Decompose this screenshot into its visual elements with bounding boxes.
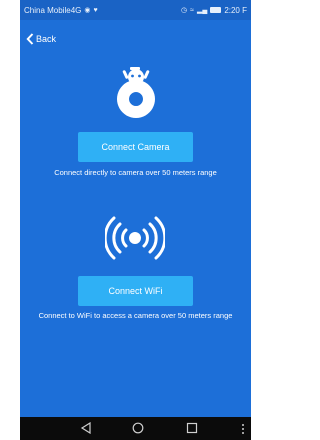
connect-wifi-button[interactable]: Connect WiFi xyxy=(78,276,193,306)
cell-signal-icon: ▂▄ xyxy=(196,7,208,14)
carrier-label: China Mobile4G xyxy=(24,5,82,15)
clock: 2:20 F xyxy=(224,5,247,15)
connect-camera-button[interactable]: Connect Camera xyxy=(78,132,193,162)
alarm-icon: ◷ xyxy=(181,7,188,14)
status-bar: China Mobile4G ◉ ♥ ◷ ≈ ▂▄ 2:20 F xyxy=(20,0,251,20)
camera-description: Connect directly to camera over 50 meter… xyxy=(54,168,217,177)
navigation-bar xyxy=(20,417,251,440)
heart-rate-icon: ♥ xyxy=(93,6,98,14)
nav-back-icon[interactable] xyxy=(80,422,92,434)
overflow-menu-icon[interactable] xyxy=(241,423,245,435)
status-right: ◷ ≈ ▂▄ 2:20 F xyxy=(181,6,247,15)
status-left: China Mobile4G ◉ ♥ xyxy=(24,6,98,15)
back-label: Back xyxy=(36,34,57,44)
nav-recent-apps-icon[interactable] xyxy=(186,422,198,434)
battery-icon xyxy=(210,7,222,13)
notification-icon: ◉ xyxy=(84,7,91,14)
nav-home-icon[interactable] xyxy=(132,422,144,434)
wifi-signal-icon: ≈ xyxy=(190,6,194,14)
chevron-left-icon xyxy=(26,33,34,45)
phone-screen: China Mobile4G ◉ ♥ ◷ ≈ ▂▄ 2:20 F Back Co… xyxy=(20,0,251,440)
wireless-broadcast-icon xyxy=(105,216,165,260)
wifi-description: Connect to WiFi to access a camera over … xyxy=(38,311,233,320)
back-button[interactable]: Back xyxy=(26,33,56,45)
camera-robot-icon xyxy=(116,67,155,119)
